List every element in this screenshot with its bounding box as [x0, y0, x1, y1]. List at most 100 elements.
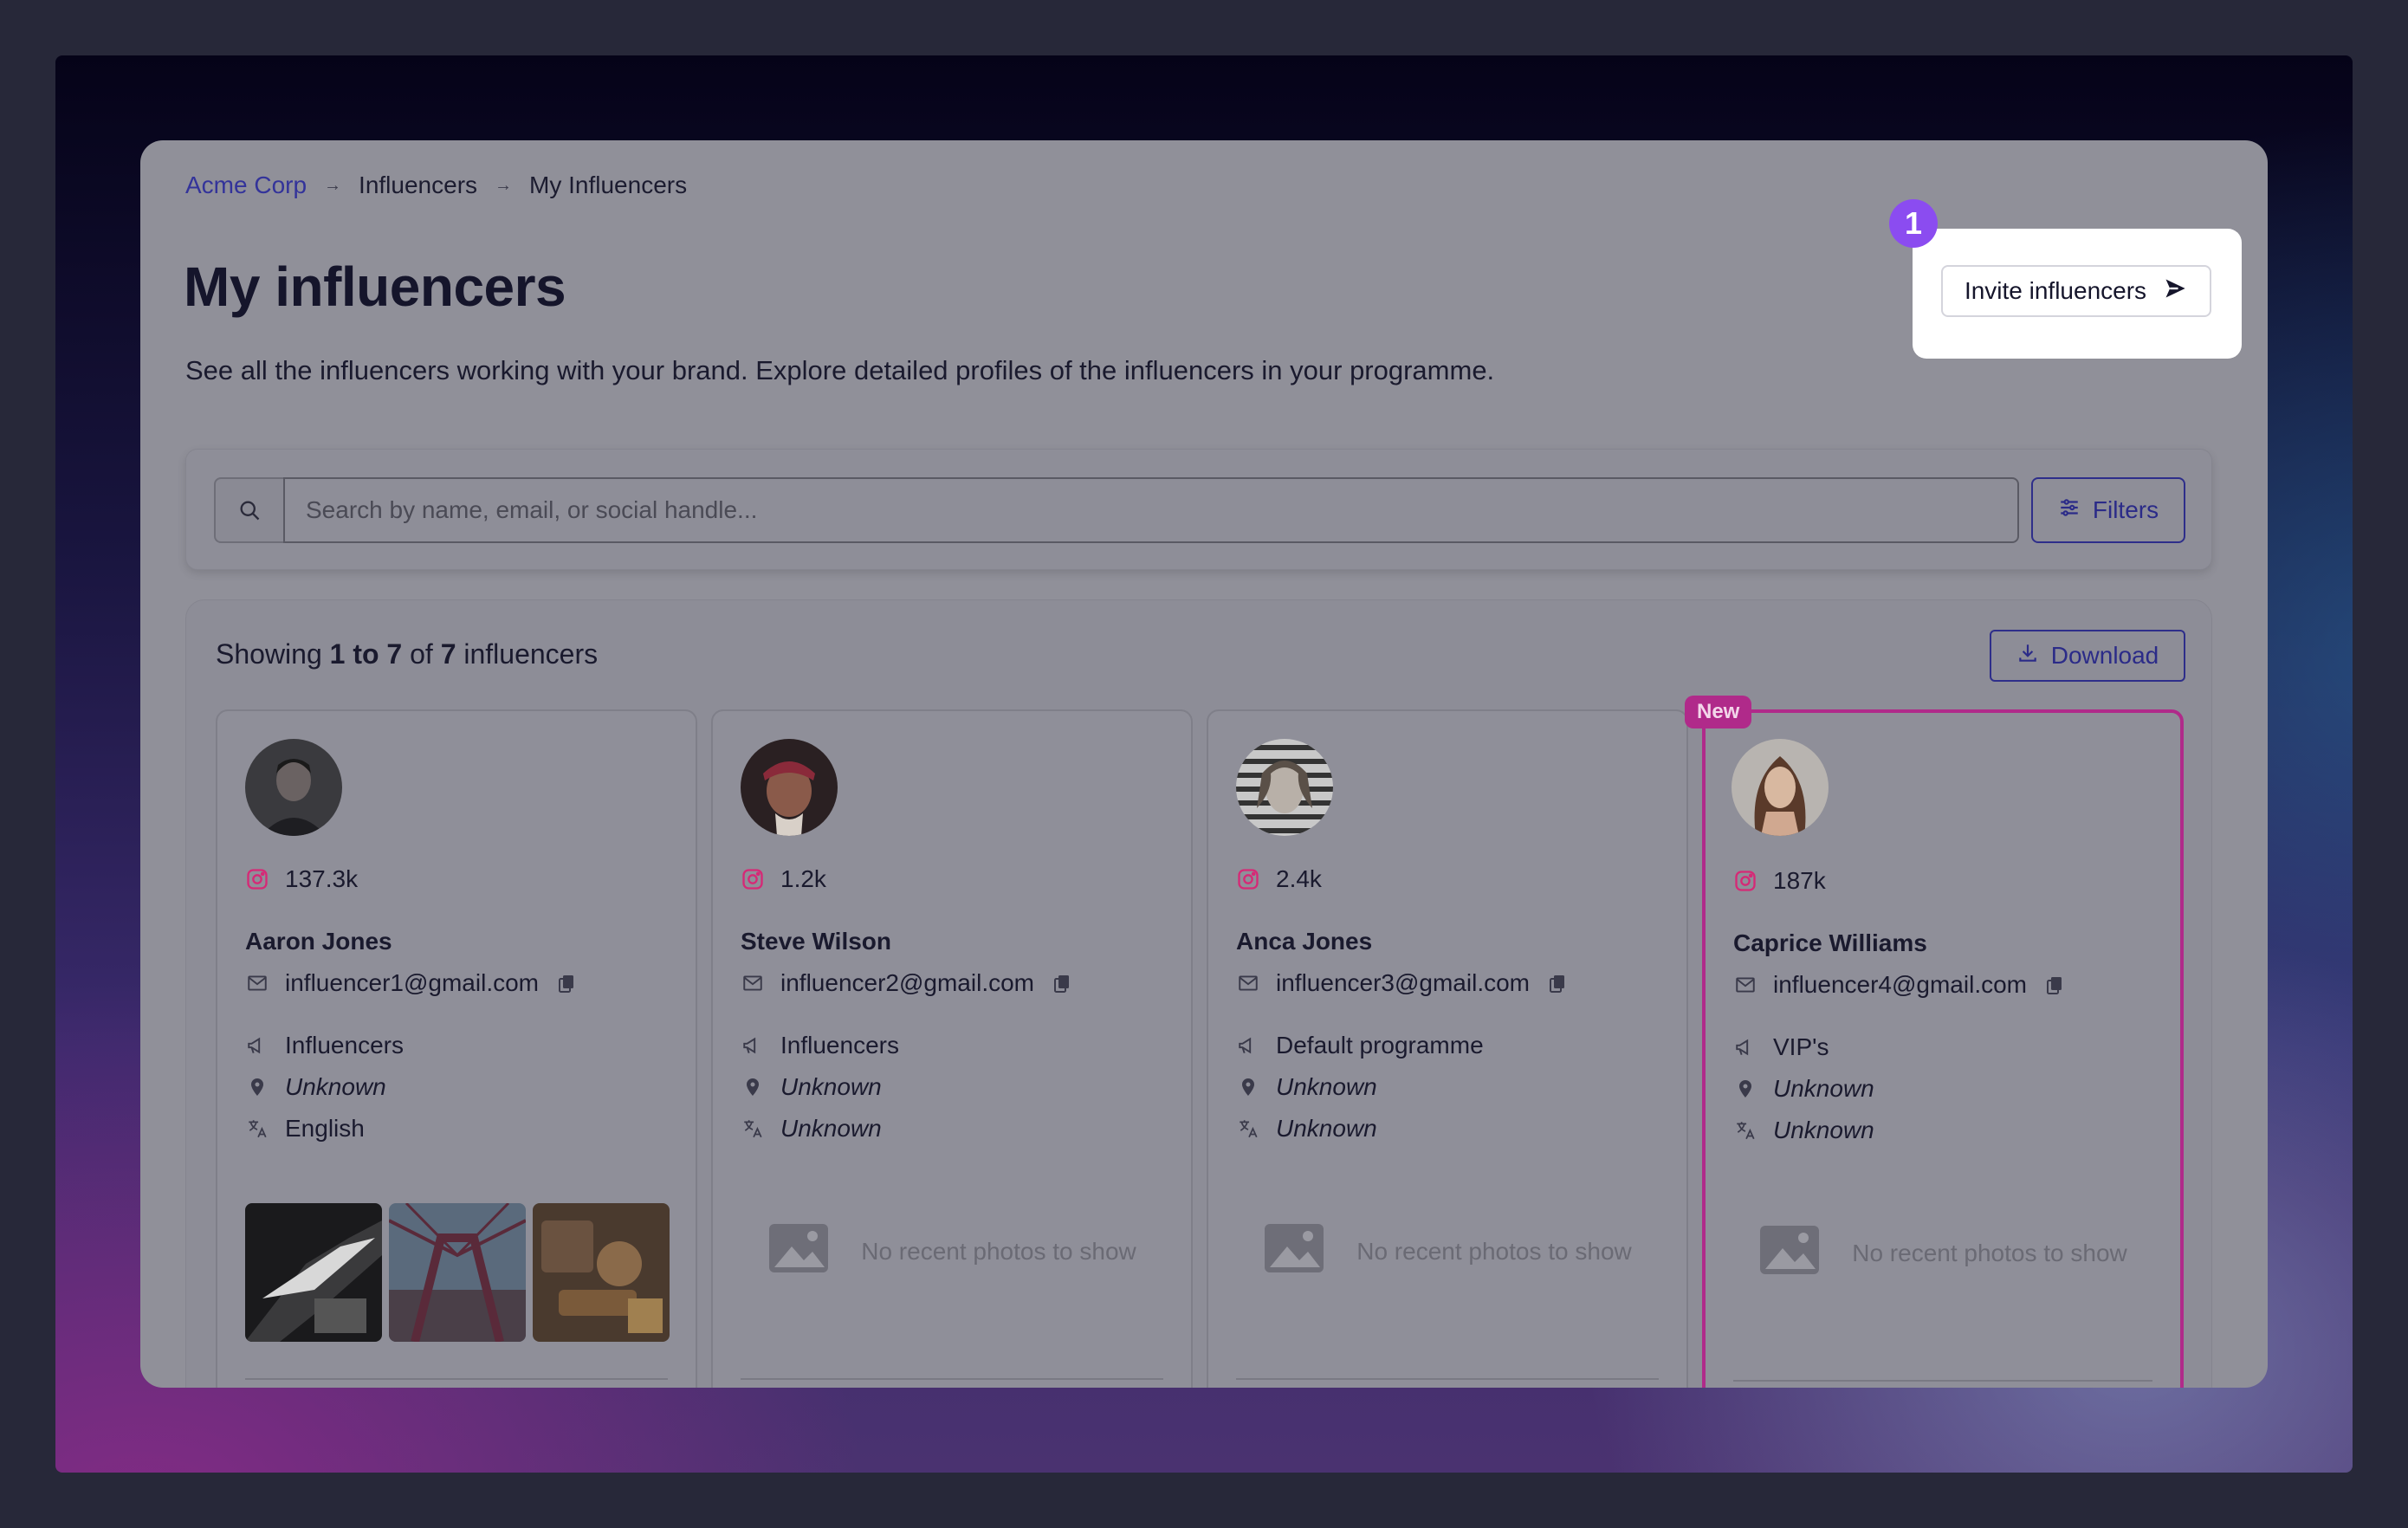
- download-button[interactable]: Download: [1990, 630, 2185, 682]
- send-icon: [2162, 276, 2188, 307]
- megaphone-icon: [1733, 1035, 1757, 1059]
- breadcrumb-acme-corp[interactable]: Acme Corp: [185, 172, 307, 199]
- mail-icon: [245, 971, 269, 995]
- location-row: Unknown: [1236, 1073, 1377, 1101]
- programme-row: Influencers: [741, 1032, 899, 1059]
- follower-count: 187k: [1773, 867, 1826, 894]
- app-window: Acme Corp → Influencers → My Influencers…: [140, 140, 2268, 1388]
- influencer-card[interactable]: 1.2k Steve Wilson influencer2@gmail.com …: [711, 709, 1193, 1388]
- translate-icon: [1733, 1118, 1757, 1143]
- filters-button[interactable]: Filters: [2031, 477, 2185, 543]
- influencer-name[interactable]: Aaron Jones: [245, 928, 392, 955]
- location-value: Unknown: [780, 1073, 882, 1100]
- programme-row: Default programme: [1236, 1032, 1484, 1059]
- copy-icon[interactable]: [1545, 971, 1570, 995]
- followers-row: 187k: [1733, 867, 1826, 895]
- megaphone-icon: [741, 1033, 765, 1058]
- invite-influencers-button[interactable]: Invite influencers: [1941, 265, 2211, 317]
- page-description: See all the influencers working with you…: [185, 355, 1495, 385]
- email-row: influencer1@gmail.com: [245, 969, 579, 997]
- avatar: [245, 739, 342, 836]
- email-row: influencer2@gmail.com: [741, 969, 1074, 997]
- no-photos-text: No recent photos to show: [1852, 1239, 2127, 1266]
- new-badge: New: [1685, 696, 1752, 728]
- search-input[interactable]: [283, 477, 2019, 543]
- mail-icon: [1236, 971, 1260, 995]
- email-row: influencer3@gmail.com: [1236, 969, 1570, 997]
- location-pin-icon: [1733, 1077, 1757, 1101]
- breadcrumb-separator-icon: →: [324, 175, 342, 195]
- copy-icon[interactable]: [554, 971, 579, 995]
- recent-photo[interactable]: [245, 1203, 382, 1342]
- followers-row: 137.3k: [245, 865, 358, 893]
- location-value: Unknown: [1773, 1075, 1874, 1102]
- programme-name: Influencers: [285, 1032, 404, 1059]
- followers-row: 2.4k: [1236, 865, 1322, 893]
- filters-label: Filters: [2092, 496, 2159, 523]
- sliders-icon: [2058, 496, 2081, 525]
- results-suffix: influencers: [463, 638, 599, 670]
- recent-photo[interactable]: [533, 1203, 670, 1342]
- location-pin-icon: [741, 1075, 765, 1099]
- breadcrumb-influencers[interactable]: Influencers: [359, 172, 477, 199]
- location-pin-icon: [245, 1075, 269, 1099]
- copy-icon[interactable]: [1050, 971, 1074, 995]
- image-placeholder-icon: [767, 1222, 830, 1280]
- no-photos-placeholder: No recent photos to show: [713, 1222, 1191, 1280]
- results-count: Showing 1 to 7 of 7 influencers: [216, 638, 598, 670]
- results-range: 1 to 7: [329, 638, 403, 670]
- instagram-icon: [1733, 869, 1757, 893]
- instagram-icon: [741, 867, 765, 891]
- location-pin-icon: [1236, 1075, 1260, 1099]
- results-of: of: [410, 638, 433, 670]
- influencer-name[interactable]: Steve Wilson: [741, 928, 891, 955]
- card-divider: [245, 1378, 668, 1380]
- programme-name: VIP's: [1773, 1033, 1829, 1060]
- follower-count: 1.2k: [780, 865, 826, 892]
- email-address: influencer4@gmail.com: [1773, 971, 2027, 998]
- copy-icon[interactable]: [2042, 973, 2067, 997]
- breadcrumb: Acme Corp → Influencers → My Influencers: [185, 159, 687, 211]
- programme-name: Default programme: [1276, 1032, 1484, 1059]
- no-photos-placeholder: No recent photos to show: [1706, 1224, 2180, 1282]
- step-marker: 1: [1889, 199, 1938, 248]
- card-divider: [741, 1378, 1163, 1380]
- no-photos-text: No recent photos to show: [861, 1237, 1136, 1265]
- location-row: Unknown: [741, 1073, 882, 1101]
- followers-row: 1.2k: [741, 865, 826, 893]
- email-address: influencer1@gmail.com: [285, 969, 539, 996]
- mail-icon: [1733, 973, 1757, 997]
- influencer-name[interactable]: Anca Jones: [1236, 928, 1372, 955]
- megaphone-icon: [245, 1033, 269, 1058]
- recent-photo[interactable]: [389, 1203, 526, 1342]
- influencer-card[interactable]: 137.3k Aaron Jones influencer1@gmail.com…: [216, 709, 697, 1388]
- influencer-card[interactable]: 2.4k Anca Jones influencer3@gmail.com De…: [1207, 709, 1688, 1388]
- search-panel: Filters: [185, 449, 2212, 570]
- language-row: Unknown: [1733, 1117, 1874, 1144]
- language-row: English: [245, 1115, 365, 1143]
- instagram-icon: [1236, 867, 1260, 891]
- mail-icon: [741, 971, 765, 995]
- download-label: Download: [2050, 642, 2159, 669]
- breadcrumb-separator-icon: →: [495, 175, 513, 195]
- location-row: Unknown: [245, 1073, 386, 1101]
- recent-photos: [245, 1203, 670, 1342]
- programme-name: Influencers: [780, 1032, 899, 1059]
- invite-label: Invite influencers: [1964, 277, 2147, 304]
- language-value: Unknown: [1276, 1115, 1377, 1142]
- translate-icon: [1236, 1117, 1260, 1141]
- page-title: My influencers: [184, 256, 566, 318]
- results-prefix: Showing: [216, 638, 322, 670]
- language-row: Unknown: [1236, 1115, 1377, 1143]
- search-icon: [214, 477, 283, 543]
- results-total: 7: [440, 638, 456, 670]
- language-value: Unknown: [780, 1115, 882, 1142]
- follower-count: 2.4k: [1276, 865, 1322, 892]
- influencer-name[interactable]: Caprice Williams: [1733, 929, 1927, 957]
- language-row: Unknown: [741, 1115, 882, 1143]
- influencer-card[interactable]: 187k Caprice Williams influencer4@gmail.…: [1702, 709, 2184, 1388]
- results-panel: Showing 1 to 7 of 7 influencers Download…: [185, 599, 2212, 1388]
- card-divider: [1733, 1380, 2152, 1382]
- breadcrumb-my-influencers: My Influencers: [529, 172, 688, 198]
- follower-count: 137.3k: [285, 865, 359, 892]
